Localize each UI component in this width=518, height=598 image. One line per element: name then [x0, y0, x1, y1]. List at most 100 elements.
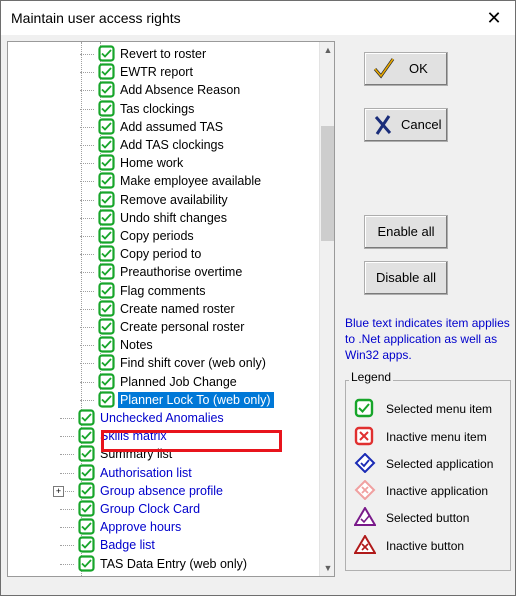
scroll-down-icon[interactable]: ▼	[320, 560, 334, 576]
checkbox-checked-icon[interactable]	[78, 482, 95, 499]
checkbox-checked-icon[interactable]	[98, 245, 115, 262]
checkbox-checked-icon[interactable]	[98, 154, 115, 171]
tree-item[interactable]: Add assumed TAS	[118, 118, 226, 136]
checkbox-checked-icon[interactable]	[98, 263, 115, 280]
scroll-up-icon[interactable]: ▲	[320, 42, 334, 58]
tree-item[interactable]: Undo shift changes	[118, 209, 230, 227]
checkbox-checked-icon[interactable]	[98, 99, 115, 117]
checkbox-checked-icon[interactable]	[98, 45, 115, 62]
legend-title: Legend	[349, 370, 394, 384]
tree-connector	[80, 72, 94, 74]
tree-item[interactable]: Authorisation list	[98, 464, 195, 482]
checkbox-checked-icon[interactable]	[78, 554, 95, 572]
checkbox-checked-icon[interactable]	[98, 118, 115, 135]
tree-item-label: Add TAS clockings	[120, 138, 224, 152]
vertical-scrollbar[interactable]: ▲ ▼	[319, 42, 334, 576]
tree-item-label: Flag comments	[120, 283, 206, 298]
tree-connector	[80, 399, 94, 401]
legend-label: Selected menu item	[386, 402, 493, 416]
checkbox-checked-icon[interactable]	[78, 427, 95, 444]
checkbox-checked-icon[interactable]	[98, 227, 115, 244]
checkmark-icon	[373, 58, 395, 79]
checkbox-checked-icon[interactable]	[78, 463, 95, 481]
checkbox-checked-icon[interactable]	[98, 372, 115, 390]
tree-connector	[60, 436, 74, 438]
tree-item[interactable]: Badge list	[98, 536, 158, 554]
tree-item[interactable]: Revert to roster	[118, 45, 209, 63]
tree-item[interactable]: Create named roster	[118, 300, 238, 318]
legend-label: Inactive button	[386, 539, 465, 553]
tree-item[interactable]: Approve hours	[98, 518, 184, 536]
enable-all-button[interactable]: Enable all	[364, 215, 448, 249]
checkbox-checked-icon[interactable]	[98, 391, 115, 408]
tree-connector	[80, 381, 94, 383]
tree-item-label: Approve hours	[100, 520, 182, 535]
tree-connector	[80, 327, 94, 328]
checkbox-checked-icon[interactable]	[78, 518, 95, 535]
tree-connector	[80, 54, 94, 55]
tree-item[interactable]: Create personal roster	[118, 318, 247, 336]
close-icon[interactable]: ✕	[481, 6, 507, 30]
checkbox-checked-icon[interactable]	[78, 500, 95, 517]
tree-item[interactable]: Unchecked Anomalies	[98, 409, 227, 427]
checkbox-checked-icon[interactable]	[98, 318, 115, 335]
tree-item[interactable]: Notes	[118, 336, 156, 354]
tree-item[interactable]: Remove availability	[118, 191, 231, 209]
checkbox-checked-icon[interactable]	[98, 209, 115, 226]
scroll-thumb[interactable]	[321, 126, 334, 241]
tree-connector	[80, 345, 94, 347]
checkbox-checked-icon[interactable]	[98, 136, 115, 153]
tree-connector	[80, 308, 94, 310]
tree-item[interactable]: Copy period to	[118, 245, 204, 263]
title-bar: Maintain user access rights ✕	[1, 1, 515, 35]
checkbox-checked-icon[interactable]	[78, 445, 95, 462]
legend-label: Inactive menu item	[386, 430, 487, 444]
dialog-window: Maintain user access rights ✕ Revert to …	[0, 0, 516, 596]
tree-item-label: Home work	[120, 156, 184, 171]
tree-item[interactable]: EWTR report	[118, 63, 196, 81]
legend-label: Inactive application	[386, 484, 489, 498]
tree-item[interactable]: Add Absence Reason	[118, 81, 243, 99]
tree-item[interactable]: Group absence profile	[98, 482, 226, 500]
checkbox-checked-icon[interactable]	[98, 172, 115, 189]
tree-item[interactable]: Preauthorise overtime	[118, 263, 245, 281]
checkbox-checked-icon[interactable]	[78, 536, 95, 553]
checkbox-checked-icon[interactable]	[98, 336, 115, 353]
tree-item[interactable]: Add TAS clockings	[118, 136, 227, 154]
tree-item[interactable]: Make employee available	[118, 172, 264, 190]
tree-item[interactable]: Flag comments	[118, 282, 208, 300]
legend-label: Selected button	[386, 511, 470, 525]
tree-connector	[80, 236, 94, 237]
cancel-label: Cancel	[401, 117, 442, 132]
checkbox-checked-icon[interactable]	[98, 354, 115, 371]
ok-button[interactable]: OK	[364, 52, 448, 86]
checkbox-checked-icon[interactable]	[98, 190, 115, 208]
access-rights-tree[interactable]: Revert to roster EWTR report Add Absence R…	[7, 41, 335, 577]
tree-item[interactable]: Planned Job Change	[118, 373, 240, 391]
tree-item[interactable]: TAS Data Entry (web only)	[98, 555, 250, 573]
tree-item-label: Find shift cover (web only)	[120, 356, 266, 371]
tree-connector	[60, 454, 74, 456]
tree-item[interactable]: Group Clock Card	[98, 500, 203, 518]
tree-item-label: Add assumed TAS	[120, 119, 224, 134]
tree-item[interactable]: Tas clockings	[118, 100, 197, 118]
tree-item[interactable]: Find shift cover (web only)	[118, 354, 269, 372]
tree-item-label: Unchecked Anomalies	[100, 411, 224, 425]
tree-item[interactable]: Planner Lock To (web only)	[117, 390, 275, 409]
cancel-button[interactable]: Cancel	[364, 108, 448, 142]
checkbox-checked-icon[interactable]	[98, 81, 115, 98]
window-title: Maintain user access rights	[11, 10, 181, 26]
info-text: Blue text indicates item applies to .Net…	[345, 316, 510, 362]
checkbox-checked-icon[interactable]	[98, 63, 115, 80]
tree-item[interactable]: Home work	[118, 154, 186, 172]
checkbox-checked-icon[interactable]	[98, 281, 115, 299]
tree-item-label: Revert to roster	[120, 47, 207, 61]
tree-connector	[80, 290, 94, 292]
disable-all-button[interactable]: Disable all	[364, 261, 448, 295]
checkbox-checked-icon[interactable]	[78, 409, 95, 426]
tree-item[interactable]: Copy periods	[118, 227, 197, 245]
tree-item-label: Notes	[120, 338, 153, 353]
checkbox-checked-icon[interactable]	[98, 300, 115, 317]
red-square-cross-icon	[354, 426, 374, 446]
expand-icon[interactable]: +	[53, 485, 64, 497]
